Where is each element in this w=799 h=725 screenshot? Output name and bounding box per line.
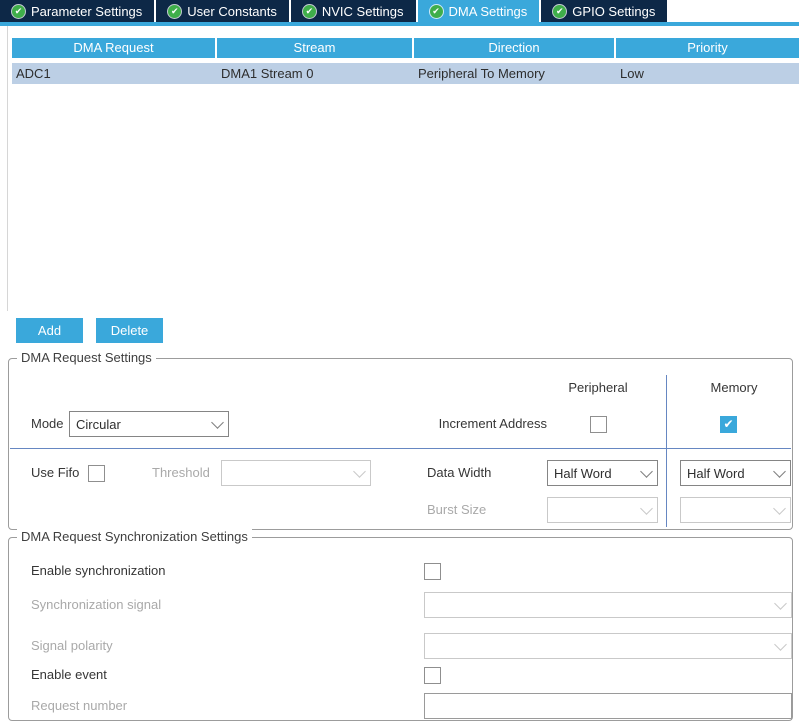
cell-direction: Peripheral To Memory [418,66,545,81]
tab-user-constants[interactable]: ✔ User Constants [156,0,289,22]
active-tab-stripe [0,22,799,26]
burst-size-memory-dropdown [680,497,791,523]
dma-sync-settings-group: DMA Request Synchronization Settings Ena… [8,529,793,721]
data-width-peripheral-dropdown[interactable]: Half Word [547,460,658,486]
mode-label: Mode [31,416,64,431]
enable-synchronization-label: Enable synchronization [31,563,166,578]
use-fifo-checkbox[interactable]: ✔ [88,465,105,482]
tab-label: User Constants [187,3,277,19]
dma-table-header: DMA Request Stream Direction Priority [12,38,799,58]
tab-label: DMA Settings [448,3,528,19]
check-mark-icon: ✔ [723,417,734,431]
tab-label: Parameter Settings [31,3,143,19]
use-fifo-label: Use Fifo [31,465,80,480]
burst-size-label: Burst Size [427,502,487,517]
check-icon: ✔ [302,4,316,18]
data-width-peripheral-value: Half Word [554,465,612,481]
chevron-down-icon [774,637,787,651]
peripheral-column-header: Peripheral [568,380,628,395]
column-header-dma-request: DMA Request [12,38,215,58]
signal-polarity-label: Signal polarity [31,638,113,653]
increment-address-label: Increment Address [438,416,547,431]
cell-priority: Low [620,66,644,81]
column-header-priority: Priority [616,38,799,58]
tab-label: GPIO Settings [572,3,656,19]
check-icon: ✔ [553,4,567,18]
chevron-down-icon [774,596,787,610]
synchronization-signal-dropdown [424,592,792,618]
check-icon: ✔ [168,4,182,18]
group-title: DMA Request Synchronization Settings [17,529,252,544]
mode-dropdown[interactable]: Circular [69,411,229,437]
check-icon: ✔ [429,4,443,18]
synchronization-signal-label: Synchronization signal [31,597,162,612]
peripheral-memory-divider [666,375,667,527]
cell-stream: DMA1 Stream 0 [221,66,314,81]
tab-parameter-settings[interactable]: ✔ Parameter Settings [0,0,155,22]
tab-label: NVIC Settings [321,3,404,19]
row-divider [10,448,791,449]
check-icon: ✔ [12,4,25,18]
settings-tabbar: ✔ Parameter Settings ✔ User Constants ✔ … [0,0,799,22]
chevron-down-icon [211,415,224,429]
enable-event-checkbox[interactable]: ✔ [424,667,441,684]
dma-request-settings-group: DMA Request Settings Peripheral Memory M… [8,350,793,530]
enable-event-label: Enable event [31,667,107,682]
tab-gpio-settings[interactable]: ✔ GPIO Settings [541,0,668,22]
tab-dma-settings[interactable]: ✔ DMA Settings [417,0,540,22]
group-title: DMA Request Settings [17,350,156,365]
add-button[interactable]: Add [16,318,83,343]
memory-column-header: Memory [710,380,758,395]
column-header-direction: Direction [414,38,614,58]
tab-nvic-settings[interactable]: ✔ NVIC Settings [290,0,416,22]
burst-size-peripheral-dropdown [547,497,658,523]
chevron-down-icon [773,464,786,478]
table-left-border [7,26,8,311]
chevron-down-icon [773,501,786,515]
data-width-memory-value: Half Word [687,465,745,481]
increment-address-peripheral-checkbox[interactable]: ✔ [590,416,607,433]
threshold-dropdown [221,460,371,486]
table-row[interactable]: ADC1 DMA1 Stream 0 Peripheral To Memory … [12,63,799,84]
data-width-memory-dropdown[interactable]: Half Word [680,460,791,486]
chevron-down-icon [640,501,653,515]
threshold-label: Threshold [152,465,210,480]
data-width-label: Data Width [427,465,492,480]
increment-address-memory-checkbox[interactable]: ✔ [720,416,737,433]
enable-synchronization-checkbox[interactable]: ✔ [424,563,441,580]
request-number-label: Request number [31,698,128,713]
signal-polarity-dropdown [424,633,792,659]
request-number-input[interactable] [424,693,792,719]
chevron-down-icon [640,464,653,478]
chevron-down-icon [353,464,366,478]
cell-dma-request: ADC1 [16,66,51,81]
column-header-stream: Stream [217,38,412,58]
delete-button[interactable]: Delete [96,318,163,343]
mode-value: Circular [76,416,121,432]
